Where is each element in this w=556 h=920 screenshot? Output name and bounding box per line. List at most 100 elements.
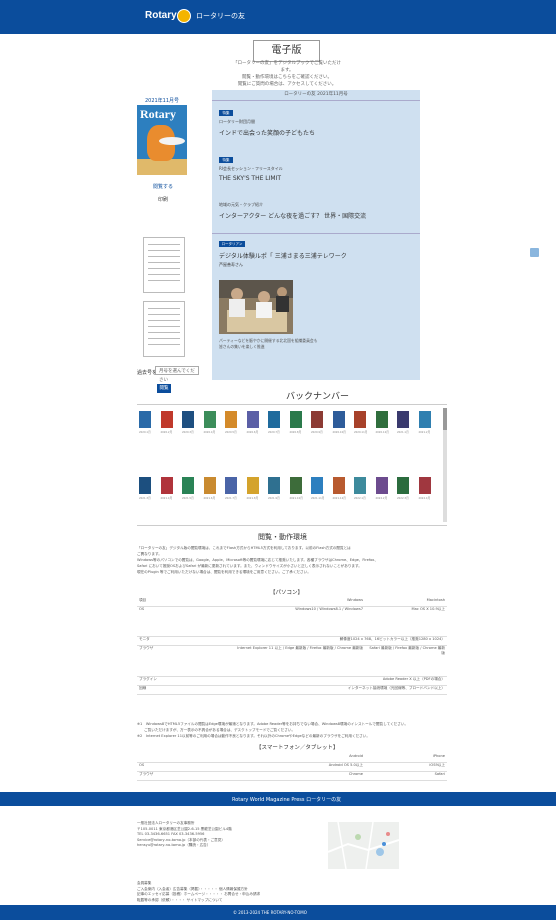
table-cell: Chrome: [201, 771, 365, 781]
toc-item-title[interactable]: デジタル体験ルポ「 三浦さまる三浦テレワーク: [219, 251, 347, 260]
backnumber-cover[interactable]: [397, 411, 409, 428]
backnumber-label[interactable]: 2020.12月: [376, 430, 389, 434]
cover-image[interactable]: Rotary: [137, 105, 187, 175]
backnumber-label[interactable]: 2022.1月: [354, 496, 366, 500]
go-button[interactable]: 閲覧: [157, 384, 171, 393]
caption-line: 皆さんの集いを楽しく推進: [219, 344, 265, 349]
backnumber-cover[interactable]: [203, 477, 216, 494]
backnumber-cover[interactable]: [139, 477, 151, 494]
backnumber-label[interactable]: 2022.3月: [397, 496, 409, 500]
backnumber-label[interactable]: 2021.3月: [139, 496, 151, 500]
table-cell: Safari 最新版 / Firefox 最新版 / Chrome 最新版: [365, 645, 447, 677]
print-link[interactable]: 印刷: [138, 196, 188, 203]
page-title: 電子版: [253, 40, 320, 62]
backnumber-label[interactable]: 2020.4月: [204, 430, 216, 434]
thumb-line: [148, 344, 180, 345]
backnumber-label[interactable]: 2020.3月: [182, 430, 194, 434]
table-cell: Android: [201, 754, 365, 763]
backnumber-cover[interactable]: [397, 477, 409, 494]
edition-intro: 「ロータリーの友」をデジタルブックでご覧いただけます。 閲覧・動作環境はこちらを…: [232, 60, 342, 88]
side-tab-icon[interactable]: [530, 248, 539, 257]
backnumber-cover[interactable]: [418, 411, 431, 428]
backnumber-label[interactable]: 2020.9月: [311, 430, 323, 434]
backnumber-cover[interactable]: [182, 411, 194, 428]
backnumber-cover[interactable]: [354, 477, 366, 494]
backnumber-cover[interactable]: [160, 411, 173, 428]
backnumber-cover[interactable]: [332, 411, 345, 428]
bottom-bar: © 2013-2024 THE ROTARY-NO-TOMO: [0, 905, 556, 920]
backnumber-cover[interactable]: [182, 477, 194, 494]
backnumber-label[interactable]: 2021.5月: [182, 496, 194, 500]
backnumber-label[interactable]: 2020.1月: [139, 430, 151, 434]
backnumber-label[interactable]: 2021.8月: [247, 496, 259, 500]
backnumber-cover[interactable]: [246, 411, 259, 428]
backnumber-cover[interactable]: [268, 477, 280, 494]
table-cell: 項目: [137, 598, 201, 607]
note-line: ※2 Internet Explorer 11以前等のご利用の場合は動作不良とな…: [137, 734, 370, 738]
backnumber-cover[interactable]: [354, 411, 366, 428]
backnumber-cover[interactable]: [375, 477, 388, 494]
backnumber-label[interactable]: 2021.10月: [290, 496, 303, 500]
backnumber-label[interactable]: 2020.5月: [225, 430, 237, 434]
backnumber-label[interactable]: 2021.12月: [333, 496, 346, 500]
read-link[interactable]: 閲覧する: [138, 183, 188, 190]
footer-strip-text: Rotary World Magazine Press ロータリーの友: [232, 797, 342, 803]
backnumber-cover[interactable]: [225, 477, 237, 494]
toc-item-title[interactable]: インターアクター どんな夜を過ごす？ 世界・国際交流: [219, 211, 366, 220]
backnumber-label[interactable]: 2021.6月: [204, 496, 216, 500]
page-thumbnail[interactable]: [143, 237, 185, 293]
footer-link[interactable]: 転載等の承認（依頼）・・・・ サイトマップについて: [137, 898, 297, 904]
toc-badge: 特集: [219, 110, 233, 116]
toc-item-title[interactable]: THE SKY'S THE LIMIT: [219, 175, 281, 182]
rotary-wheel-icon: [177, 9, 191, 23]
toc-item-title[interactable]: インドで出会った笑顔の子どもたち: [219, 128, 315, 137]
backnumber-cover[interactable]: [268, 411, 280, 428]
thumb-line: [148, 308, 180, 309]
backnumber-cover[interactable]: [311, 411, 323, 428]
page-thumbnail[interactable]: [143, 301, 185, 357]
backnumber-label[interactable]: 2020.10月: [333, 430, 346, 434]
backnumber-label[interactable]: 2021.7月: [225, 496, 237, 500]
footer-info-line[interactable]: hensyu@rotary-no-tomo.jp（購読・広告）: [137, 843, 297, 849]
footer-map[interactable]: [328, 822, 399, 869]
backnumber-cover[interactable]: [225, 411, 237, 428]
backnumber-cover[interactable]: [289, 411, 302, 428]
intro-line[interactable]: 閲覧・動作環境はこちらをご確認ください。: [232, 74, 342, 81]
backnumber-label[interactable]: 2022.2月: [376, 496, 388, 500]
table-cell: モニタ: [137, 636, 201, 646]
site-subtitle[interactable]: ロータリーの友: [196, 11, 245, 21]
backnumber-cover[interactable]: [418, 477, 431, 494]
table-cell: 回線: [137, 685, 201, 695]
backnumber-cover[interactable]: [332, 477, 345, 494]
backnumber-cover[interactable]: [246, 477, 259, 494]
cover-floor-shape: [137, 159, 187, 175]
backnumber-label[interactable]: 2021.9月: [268, 496, 280, 500]
back-issue-select[interactable]: 月号を選んでください: [155, 366, 199, 383]
rotary-logo-text[interactable]: Rotary: [145, 10, 177, 21]
backnumber-label[interactable]: 2020.6月: [247, 430, 259, 434]
backnumber-cover[interactable]: [139, 411, 151, 428]
thumb-line: [148, 326, 180, 327]
backnumber-cover[interactable]: [289, 477, 302, 494]
table-row: OS Android OS 5.0以上 iOS9以上: [137, 762, 447, 772]
backnumber-label[interactable]: 2021.4月: [161, 496, 173, 500]
backnumber-cover[interactable]: [375, 411, 388, 428]
backnumber-label[interactable]: 2021.2月: [419, 430, 431, 434]
backnumber-label[interactable]: 2020.11月: [354, 430, 367, 434]
backnumber-label[interactable]: 2022.4月: [419, 496, 431, 500]
table-cell: Windows10 / Windows8.1 / Windows7: [201, 606, 365, 637]
backnumber-label[interactable]: 2021.1月: [397, 430, 409, 434]
table-row: プラグイン Adobe Reader X 以上（PDFの場合）: [137, 676, 447, 686]
table-cell: 解像度1024 x 768、16ビットカラー以上（推奨1280 x 1024）: [201, 636, 447, 646]
backnumber-label[interactable]: 2020.2月: [161, 430, 173, 434]
backnumber-label[interactable]: 2020.7月: [268, 430, 280, 434]
backnumber-label[interactable]: 2020.8月: [290, 430, 302, 434]
toc-divider: [212, 233, 420, 234]
backnumber-label[interactable]: 2021.11月: [311, 496, 324, 500]
backnumber-cover[interactable]: [160, 477, 173, 494]
article-photo[interactable]: [219, 280, 293, 334]
scrollbar-thumb[interactable]: [443, 408, 447, 430]
backnumber-cover[interactable]: [311, 477, 323, 494]
backnumber-cover[interactable]: [203, 411, 216, 428]
toc-heading: ロータリーの友 2021年11月号: [212, 90, 420, 101]
